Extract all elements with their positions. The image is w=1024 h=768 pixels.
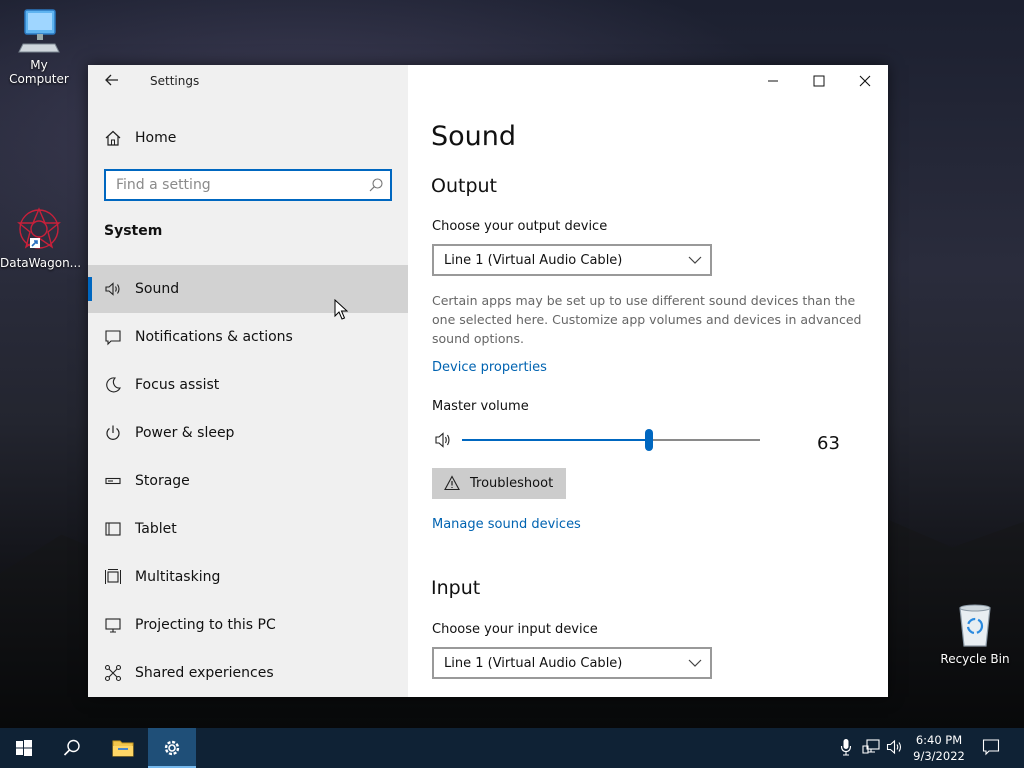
content-pane: Sound Output Choose your output device L… [408,65,888,697]
taskbar-clock[interactable]: 6:40 PM 9/3/2022 [902,732,976,764]
datawagon-icon [17,207,61,249]
sidebar-item-label: Shared experiences [135,665,274,681]
troubleshoot-button[interactable]: Troubleshoot [432,468,566,499]
sidebar-item-label: Projecting to this PC [135,617,276,633]
troubleshoot-label: Troubleshoot [470,476,554,491]
search-icon [63,739,80,756]
input-heading: Input [431,577,481,599]
device-properties-link[interactable]: Device properties [432,360,547,375]
clock-time: 6:40 PM [915,733,963,747]
tablet-icon [105,522,121,536]
volume-icon[interactable] [434,431,454,449]
dropdown-value: Line 1 (Virtual Audio Cable) [444,656,623,671]
input-device-label: Choose your input device [432,622,598,637]
sidebar-item-label: Power & sleep [135,425,235,441]
titlebar: Settings [88,65,408,97]
input-device-dropdown[interactable]: Line 1 (Virtual Audio Cable) [432,647,712,679]
chevron-down-icon [688,659,702,667]
sidebar-item-label: Tablet [135,521,177,537]
sidebar-item-label: Multitasking [135,569,221,585]
projecting-icon [105,618,121,633]
sidebar-item-tablet[interactable]: Tablet [88,505,408,553]
network-icon[interactable] [862,738,880,756]
search-icon[interactable] [368,177,384,193]
section-title: System [104,223,163,239]
app-title: Settings [150,74,200,88]
desktop-icon-recycle-bin[interactable]: Recycle Bin [936,602,1014,666]
action-center-icon[interactable] [982,738,1000,756]
sidebar-item-label: Home [135,130,177,146]
desktop-icon-label: DataWagon... [0,256,82,270]
back-arrow-icon [105,74,118,86]
clock-date: 9/3/2022 [913,749,965,763]
taskbar-file-explorer[interactable] [98,728,146,768]
close-button[interactable] [842,65,888,97]
desktop-icon-label: Recycle Bin [940,652,1010,666]
computer-icon [18,9,60,53]
speaker-icon [105,282,120,296]
sidebar-item-focus-assist[interactable]: Focus assist [88,361,408,409]
master-volume-label: Master volume [432,399,529,414]
sidebar-item-label: Sound [135,281,180,297]
taskbar-settings[interactable] [148,728,196,768]
sidebar-item-notifications[interactable]: Notifications & actions [88,313,408,361]
sidebar-item-projecting[interactable]: Projecting to this PC [88,601,408,649]
power-icon [106,425,120,440]
slider-fill [462,439,649,441]
sidebar: Settings Home System Sound [88,65,408,697]
dropdown-value: Line 1 (Virtual Audio Cable) [444,253,623,268]
back-button[interactable] [102,72,122,92]
storage-icon [105,477,121,485]
microphone-icon[interactable] [840,738,852,756]
sidebar-item-storage[interactable]: Storage [88,457,408,505]
moon-icon [106,377,121,393]
page-title: Sound [431,121,517,152]
mouse-cursor-icon [334,299,348,320]
minimize-button[interactable] [750,65,796,97]
start-button[interactable] [0,728,48,768]
sidebar-item-home[interactable]: Home [88,123,408,155]
warning-icon [444,475,460,491]
taskbar: 6:40 PM 9/3/2022 [0,728,1024,768]
output-device-label: Choose your output device [432,219,608,234]
gear-icon [164,740,180,756]
selection-indicator [88,277,92,301]
volume-value: 63 [817,433,840,454]
desktop-icon-my-computer[interactable]: My Computer [0,8,78,86]
maximize-button[interactable] [796,65,842,97]
recycle-bin-icon [959,604,991,647]
desktop-icon-datawagon[interactable]: DataWagon... [0,206,82,270]
sidebar-item-label: Storage [135,473,190,489]
taskbar-search-button[interactable] [48,728,96,768]
sidebar-item-label: Focus assist [135,377,220,393]
output-device-dropdown[interactable]: Line 1 (Virtual Audio Cable) [432,244,712,276]
folder-icon [112,740,134,757]
sidebar-item-shared-experiences[interactable]: Shared experiences [88,649,408,697]
sidebar-item-label: Notifications & actions [135,329,293,345]
output-heading: Output [431,175,497,197]
windows-logo-icon [16,740,32,756]
minimize-icon [768,80,778,82]
sidebar-item-sound[interactable]: Sound [88,265,408,313]
close-icon [859,75,871,87]
settings-window: Settings Home System Sound [88,65,888,697]
output-description: Certain apps may be set up to use differ… [432,293,862,346]
notification-icon [105,330,121,346]
multitasking-icon [105,569,121,584]
search-box[interactable] [104,169,392,201]
maximize-icon [813,75,825,87]
sidebar-item-power-sleep[interactable]: Power & sleep [88,409,408,457]
shared-icon [104,664,122,682]
search-input[interactable] [116,176,356,194]
chevron-down-icon [688,256,702,264]
slider-thumb[interactable] [645,429,653,451]
home-icon [105,130,121,146]
manage-sound-devices-link[interactable]: Manage sound devices [432,517,581,532]
sidebar-item-multitasking[interactable]: Multitasking [88,553,408,601]
desktop-icon-label: My Computer [9,58,69,86]
master-volume-slider[interactable] [462,429,760,453]
